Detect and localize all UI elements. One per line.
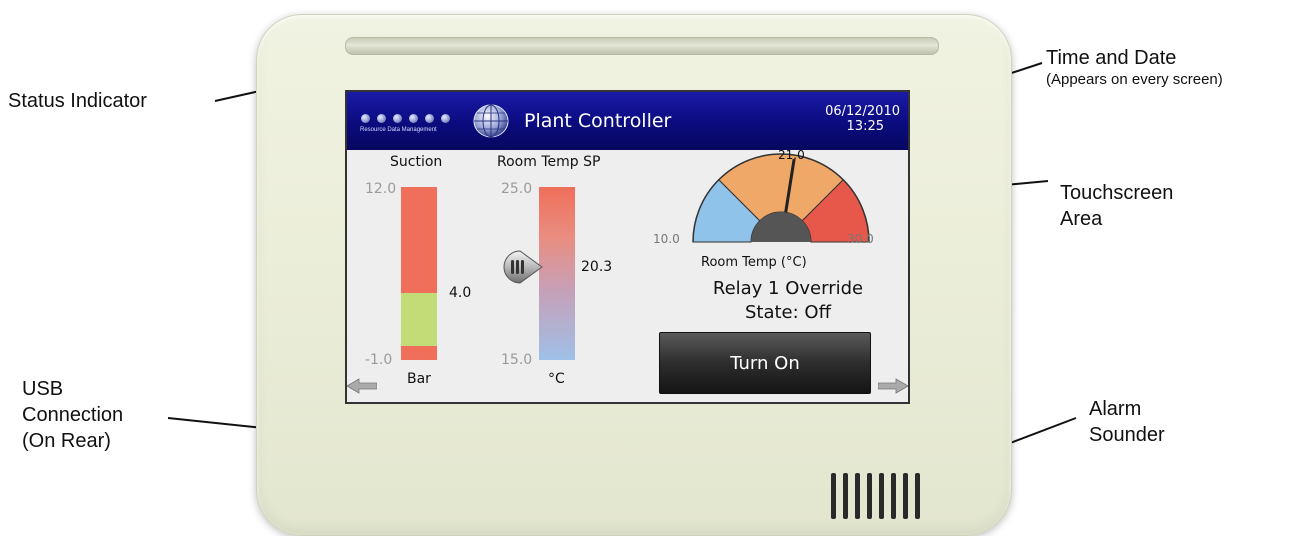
screen-header: Resource Data Management Plant Controlle… <box>347 92 908 150</box>
logo-text: Resource Data Management <box>360 127 437 133</box>
room-temp-sp-max-label: 25.0 <box>501 181 533 197</box>
touchscreen-text-line2: Area <box>1060 208 1103 230</box>
turn-on-button[interactable]: Turn On <box>659 332 871 394</box>
touchscreen-text-line1: Touchscreen <box>1060 182 1174 204</box>
status-indicator-callout: Status Indicator <box>8 88 147 114</box>
status-indicator-light <box>345 37 939 55</box>
nav-left-arrow-icon[interactable] <box>347 378 377 394</box>
room-temp-sp-value: 20.3 <box>581 259 613 275</box>
suction-max-label: 12.0 <box>365 181 397 197</box>
touchscreen[interactable]: Resource Data Management Plant Controlle… <box>345 90 910 404</box>
time-date-text: Time and Date <box>1046 47 1177 69</box>
alarm-callout: Alarm Sounder <box>1089 396 1165 448</box>
usb-text-line1: USB <box>22 378 64 400</box>
time-date-subtext: (Appears on every screen) <box>1046 71 1223 88</box>
gauge-max-label: 30.0 <box>847 232 874 246</box>
room-temp-sp-unit: °C <box>548 371 565 387</box>
status-indicator-text: Status Indicator <box>8 90 147 112</box>
suction-bar-top-segment <box>401 187 437 293</box>
suction-value: 4.0 <box>449 285 472 301</box>
room-temp-sp-min-label: 15.0 <box>501 352 533 368</box>
usb-text-line3: (On Rear) <box>22 430 111 452</box>
suction-min-label: -1.0 <box>365 352 393 368</box>
nav-right-arrow-icon[interactable] <box>878 378 908 394</box>
time-date-callout: Time and Date (Appears on every screen) <box>1046 45 1223 89</box>
turn-on-button-label: Turn On <box>730 352 800 374</box>
alarm-text-line2: Sounder <box>1089 424 1165 446</box>
touchscreen-callout: Touchscreen Area <box>1060 180 1173 232</box>
globe-icon <box>473 104 509 138</box>
room-temp-sp-slider-track[interactable] <box>539 187 575 360</box>
date-display: 06/12/2010 <box>825 104 900 119</box>
gauge-title: Room Temp (°C) <box>701 255 807 270</box>
gauge-min-label: 10.0 <box>653 232 680 246</box>
gauge-value-label: 21.0 <box>778 148 805 162</box>
usb-callout: USB Connection (On Rear) <box>22 376 123 454</box>
app-title: Plant Controller <box>524 110 672 132</box>
usb-text-line2: Connection <box>22 404 124 426</box>
alarm-sounder-grille <box>829 473 929 523</box>
alarm-text-line1: Alarm <box>1089 398 1142 420</box>
room-temp-sp-label: Room Temp SP <box>497 154 601 170</box>
suction-bar-value-segment <box>401 293 437 346</box>
relay-state: State: Off <box>744 302 831 323</box>
suction-bar-bottom-segment <box>401 346 437 360</box>
relay-override-title: Relay 1 Override <box>712 278 864 299</box>
time-display: 13:25 <box>846 119 884 134</box>
suction-label: Suction <box>390 154 443 170</box>
suction-unit: Bar <box>407 371 431 387</box>
slider-knob-icon[interactable] <box>502 249 544 285</box>
suction-bar <box>401 187 437 360</box>
logo-dots <box>361 114 469 124</box>
